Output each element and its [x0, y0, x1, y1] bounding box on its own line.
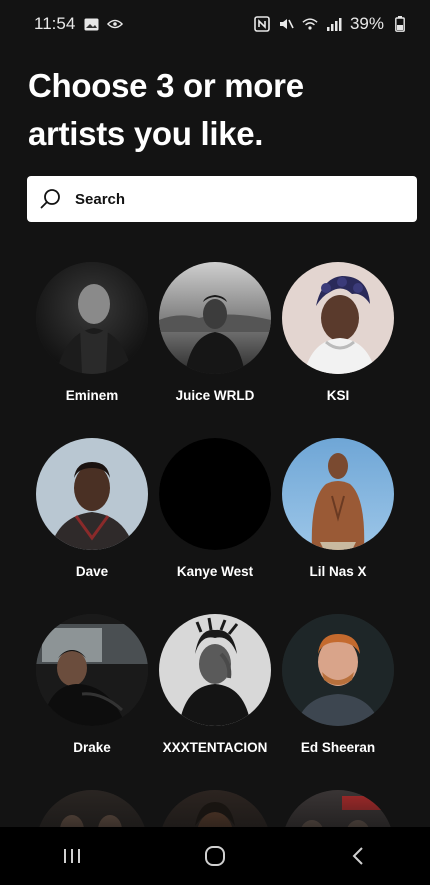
artist-lil-nas-x[interactable]: Lil Nas X	[272, 438, 404, 579]
status-left: 11:54	[34, 14, 124, 34]
recent-apps-button[interactable]	[42, 836, 102, 876]
artist-ksi[interactable]: KSI	[272, 262, 404, 403]
nfc-icon	[254, 16, 270, 32]
wifi-icon	[302, 16, 318, 32]
signal-icon	[326, 16, 342, 32]
artist-ed-sheeran[interactable]: Ed Sheeran	[272, 614, 404, 755]
artist-name: KSI	[326, 388, 350, 403]
search-icon	[39, 187, 63, 211]
artist-avatar	[36, 262, 148, 374]
artist-avatar	[159, 614, 271, 726]
page-title-line-2: artists you like.	[28, 115, 264, 152]
search-placeholder: Search	[75, 190, 126, 208]
artist-name: Eminem	[65, 388, 119, 403]
artist-avatar	[159, 262, 271, 374]
artist-eminem[interactable]: Eminem	[26, 262, 158, 403]
system-nav-bar	[0, 827, 430, 885]
artist-juice-wrld[interactable]: Juice WRLD	[149, 262, 281, 403]
recent-apps-icon	[63, 849, 80, 863]
status-bar: 11:54 39%	[0, 0, 430, 48]
home-icon	[204, 846, 225, 866]
artist-avatar	[36, 614, 148, 726]
artist-drake[interactable]: Drake	[26, 614, 158, 755]
artist-dave[interactable]: Dave	[26, 438, 158, 579]
artist-name: Ed Sheeran	[300, 740, 376, 755]
battery-icon	[392, 16, 408, 32]
artist-avatar	[36, 438, 148, 550]
artist-avatar	[159, 438, 271, 550]
artist-xxxtentacion[interactable]: XXXTENTACION	[149, 614, 281, 755]
artist-name: Kanye West	[176, 564, 254, 579]
artist-picker-screen: 11:54 39% Choose 3 or more artists you l…	[0, 0, 430, 885]
home-button[interactable]	[185, 836, 245, 876]
status-time: 11:54	[34, 14, 76, 33]
artist-name: XXXTENTACION	[162, 740, 268, 755]
artist-name: Lil Nas X	[309, 564, 367, 579]
artist-name: Drake	[73, 740, 111, 755]
eye-comfort-icon	[107, 16, 124, 32]
back-icon	[352, 847, 364, 865]
artist-avatar	[282, 262, 394, 374]
mute-icon	[278, 16, 294, 32]
back-button[interactable]	[328, 836, 388, 876]
artist-avatar	[282, 438, 394, 550]
battery-percent: 39%	[349, 14, 384, 33]
search-input[interactable]: Search	[27, 176, 417, 222]
artist-avatar	[282, 614, 394, 726]
gallery-icon	[83, 16, 99, 32]
artist-name: Dave	[75, 564, 109, 579]
status-right: 39%	[254, 14, 408, 34]
artist-kanye-west[interactable]: Kanye West	[149, 438, 281, 579]
page-title-line-1: Choose 3 or more	[28, 67, 304, 104]
page-title: Choose 3 or more artists you like.	[28, 62, 408, 158]
artist-name: Juice WRLD	[175, 388, 255, 403]
